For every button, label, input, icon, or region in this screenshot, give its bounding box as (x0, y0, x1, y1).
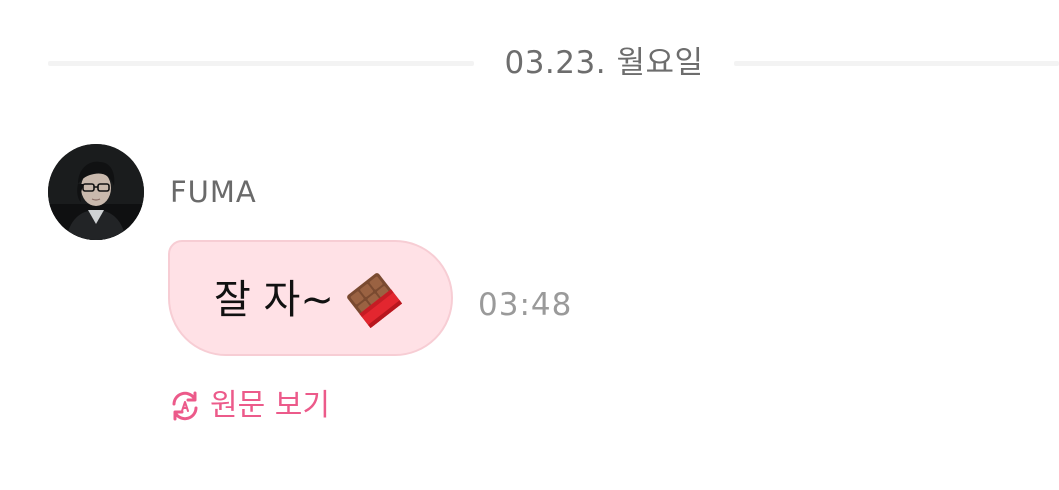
chocolate-bar-icon (347, 273, 403, 328)
date-label: 03.23. 월요일 (504, 45, 704, 81)
message-text: 잘 자~ (214, 277, 334, 323)
date-divider-line-right (734, 61, 1059, 66)
avatar-portrait-image (48, 144, 144, 240)
view-original-label: 원문 보기 (210, 388, 330, 423)
view-original-button[interactable]: 원문 보기 (168, 384, 330, 428)
date-divider: 03.23. 월요일 (48, 40, 1059, 86)
message-bubble[interactable]: 잘 자~ (168, 240, 453, 356)
message-timestamp: 03:48 (478, 287, 573, 323)
avatar[interactable] (48, 144, 144, 240)
sender-name: FUMA (170, 175, 257, 209)
date-divider-line-left (48, 61, 474, 66)
translate-refresh-icon (172, 391, 198, 421)
